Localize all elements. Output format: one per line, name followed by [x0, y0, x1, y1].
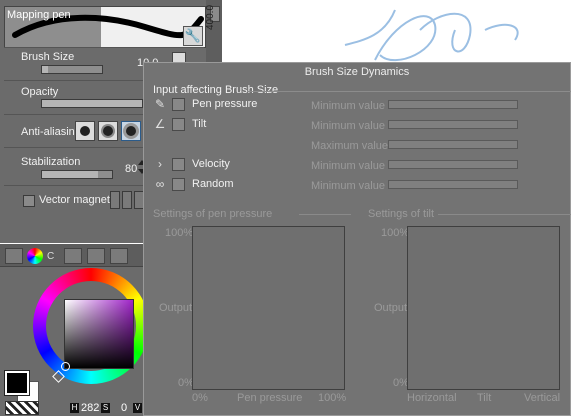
pressure-graph-x-label: Pen pressure: [237, 392, 303, 404]
random-checkbox[interactable]: [172, 178, 185, 191]
velocity-min-slider[interactable]: [388, 160, 518, 169]
brush-size-slider[interactable]: [41, 65, 103, 74]
section-divider: [248, 91, 571, 92]
tilt-max-label: Maximum value: [311, 140, 389, 152]
tilt-graph-title: Settings of tilt: [368, 208, 435, 220]
random-icon: ∞: [155, 177, 165, 191]
tilt-icon: ∠: [154, 117, 166, 131]
tilt-curve-graph[interactable]: [407, 226, 560, 390]
random-min-slider[interactable]: [388, 180, 518, 189]
tilt-label: Tilt: [192, 118, 207, 130]
pressure-curve-graph[interactable]: [192, 226, 345, 390]
vector-magnet-label: Vector magnet: [39, 194, 110, 206]
stabilization-slider[interactable]: [41, 170, 113, 179]
pen-pressure-icon: ✎: [154, 97, 166, 111]
stabilization-label: Stabilization: [21, 156, 81, 168]
tilt-graph-y-label: Output: [374, 302, 408, 314]
velocity-checkbox[interactable]: [172, 158, 185, 171]
anti-aliasing-medium-button[interactable]: [121, 121, 141, 141]
anti-aliasing-label: Anti-aliasing: [21, 126, 81, 138]
anti-aliasing-none-button[interactable]: [75, 121, 95, 141]
transparent-color-swatch[interactable]: [5, 401, 39, 415]
color-tab-label: C: [47, 251, 55, 262]
tilt-graph-divider: [438, 214, 571, 215]
opacity-slider[interactable]: [41, 99, 143, 108]
pressure-graph-x-left: 0%: [192, 392, 208, 404]
tilt-min-slider[interactable]: [388, 120, 518, 129]
popup-title: Brush Size Dynamics: [304, 66, 410, 78]
opacity-label: Opacity: [21, 86, 59, 98]
pressure-graph-divider: [299, 214, 351, 215]
hue-value: 282: [81, 402, 100, 414]
pressure-graph-x-right: 100%: [318, 392, 347, 404]
brush-size-label: Brush Size: [21, 51, 75, 63]
panel-menu-icon[interactable]: [5, 248, 23, 264]
pressure-graph-y-label: Output: [159, 302, 193, 314]
velocity-icon: ›: [158, 157, 162, 171]
velocity-min-label: Minimum value: [311, 160, 385, 172]
tilt-graph-x-left: Horizontal: [407, 392, 457, 404]
main-color-swatch[interactable]: [4, 370, 30, 396]
pen-pressure-checkbox[interactable]: [172, 98, 185, 111]
magnet-strength-2[interactable]: [122, 191, 132, 209]
saturation-tag: S: [101, 403, 110, 413]
pressure-graph-y-top: 100%: [165, 227, 194, 239]
tilt-graph-x-label: Tilt: [477, 392, 492, 404]
hue-tag: H: [70, 403, 79, 413]
magnet-strength-1[interactable]: [110, 191, 120, 209]
value-tag: V: [133, 403, 142, 413]
saturation-value: 0: [121, 402, 128, 414]
anti-aliasing-weak-button[interactable]: [98, 121, 118, 141]
vector-magnet-checkbox[interactable]: [23, 195, 35, 207]
pen-pressure-min-label: Minimum value: [311, 100, 385, 112]
color-set-tab-icon[interactable]: [87, 248, 105, 264]
color-slider-tab-icon[interactable]: [64, 248, 82, 264]
tilt-checkbox[interactable]: [172, 118, 185, 131]
pen-pressure-min-slider[interactable]: [388, 100, 518, 109]
pressure-graph-title: Settings of pen pressure: [153, 208, 273, 220]
sv-cursor[interactable]: [61, 362, 70, 371]
color-wheel-tab-icon[interactable]: [27, 248, 43, 264]
brush-name: Mapping pen: [7, 9, 71, 21]
tilt-graph-y-top: 100%: [381, 227, 410, 239]
tilt-graph-x-right: Vertical: [524, 392, 561, 404]
pen-pressure-label: Pen pressure: [192, 98, 258, 110]
velocity-label: Velocity: [192, 158, 230, 170]
approximate-color-tab-icon[interactable]: [110, 248, 128, 264]
ruler-value: 400.0: [205, 4, 216, 30]
input-section-heading: Input affecting Brush Size: [153, 84, 279, 96]
stabilization-value[interactable]: 80: [125, 163, 137, 175]
random-min-label: Minimum value: [311, 180, 385, 192]
random-label: Random: [192, 178, 234, 190]
brush-settings-button[interactable]: 🔧: [183, 26, 203, 46]
tilt-max-slider[interactable]: [388, 140, 518, 149]
saturation-value-square[interactable]: [64, 299, 134, 369]
tilt-min-label: Minimum value: [311, 120, 385, 132]
